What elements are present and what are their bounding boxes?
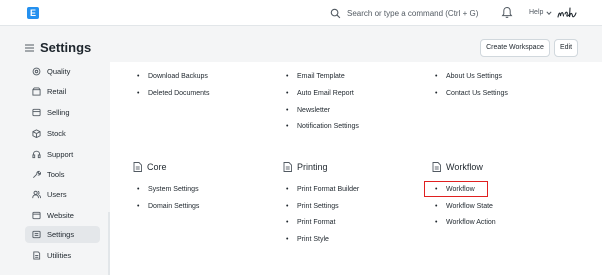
document-icon: [432, 162, 441, 172]
sidebar-item-selling[interactable]: Selling: [25, 104, 100, 121]
page-title: Settings: [40, 40, 92, 55]
app-logo[interactable]: E: [27, 7, 39, 19]
sidebar-item-settings[interactable]: Settings: [25, 226, 100, 243]
chevron-down-icon: [546, 10, 552, 15]
settings-icon: [32, 230, 41, 239]
sidebar-item-label: Support: [47, 150, 74, 159]
section-title-workflow: Workflow: [446, 162, 483, 172]
link-print-style[interactable]: Print Style: [286, 236, 329, 243]
link-print-settings[interactable]: Print Settings: [286, 203, 339, 210]
sidebar-item-label: Retail: [47, 87, 67, 96]
tools-icon: [33, 170, 41, 178]
document-icon: [133, 162, 142, 172]
link-about-us-settings[interactable]: About Us Settings: [435, 73, 502, 80]
users-icon: [32, 190, 41, 199]
link-email-template[interactable]: Email Template: [286, 73, 345, 80]
sidebar-item-label: Utilities: [47, 251, 72, 260]
create-workspace-button[interactable]: Create Workspace: [480, 39, 550, 57]
quality-icon: [32, 67, 41, 76]
sidebar-item-label: Users: [47, 190, 67, 199]
link-auto-email-report[interactable]: Auto Email Report: [286, 90, 354, 97]
section-title-core: Core: [147, 162, 167, 172]
bell-icon[interactable]: [501, 6, 513, 19]
link-newsletter[interactable]: Newsletter: [286, 107, 330, 114]
utilities-icon: [33, 251, 41, 260]
sidebar-item-stock[interactable]: Stock: [25, 125, 100, 142]
help-menu[interactable]: Help: [529, 9, 552, 16]
sidebar-item-website[interactable]: Website: [25, 207, 100, 224]
sidebar-item-quality[interactable]: Quality: [25, 63, 100, 80]
navbar: E Search or type a command (Ctrl + G) He…: [0, 0, 602, 26]
sidebar-item-label: Stock: [47, 129, 66, 138]
link-workflow-state[interactable]: Workflow State: [435, 203, 493, 210]
support-icon: [32, 150, 41, 159]
link-system-settings[interactable]: System Settings: [137, 186, 198, 193]
sidebar-item-tools[interactable]: Tools: [25, 166, 100, 183]
link-print-format-builder[interactable]: Print Format Builder: [286, 186, 359, 193]
sidebar-item-retail[interactable]: Retail: [25, 83, 100, 100]
highlight-box: [424, 181, 488, 197]
stock-icon: [32, 129, 41, 138]
sidebar: Quality Retail Selling Stock Support Too…: [24, 62, 104, 275]
avatar[interactable]: [557, 4, 579, 22]
sidebar-item-label: Selling: [47, 108, 70, 117]
sidebar-item-users[interactable]: Users: [25, 186, 100, 203]
hamburger-icon[interactable]: [25, 44, 34, 52]
sidebar-item-label: Tools: [47, 170, 65, 179]
website-icon: [32, 211, 41, 220]
link-workflow-action[interactable]: Workflow Action: [435, 219, 496, 226]
section-title-printing: Printing: [297, 162, 328, 172]
search-icon: [330, 8, 341, 18]
link-download-backups[interactable]: Download Backups: [137, 73, 208, 80]
selling-icon: [32, 108, 41, 117]
document-icon: [283, 162, 292, 172]
link-print-format[interactable]: Print Format: [286, 219, 335, 226]
retail-icon: [32, 87, 41, 96]
search-input[interactable]: Search or type a command (Ctrl + G): [347, 9, 478, 18]
link-deleted-documents[interactable]: Deleted Documents: [137, 90, 210, 97]
sidebar-item-support[interactable]: Support: [25, 146, 100, 163]
sidebar-item-label: Website: [47, 211, 74, 220]
link-domain-settings[interactable]: Domain Settings: [137, 203, 199, 210]
edit-button[interactable]: Edit: [554, 39, 578, 57]
sidebar-item-label: Settings: [47, 230, 75, 239]
link-contact-us-settings[interactable]: Contact Us Settings: [435, 90, 508, 97]
search-bar[interactable]: Search or type a command (Ctrl + G): [330, 6, 478, 20]
link-notification-settings[interactable]: Notification Settings: [286, 123, 359, 130]
help-label: Help: [529, 9, 544, 16]
sidebar-item-utilities[interactable]: Utilities: [25, 247, 100, 264]
sidebar-item-label: Quality: [47, 67, 71, 76]
